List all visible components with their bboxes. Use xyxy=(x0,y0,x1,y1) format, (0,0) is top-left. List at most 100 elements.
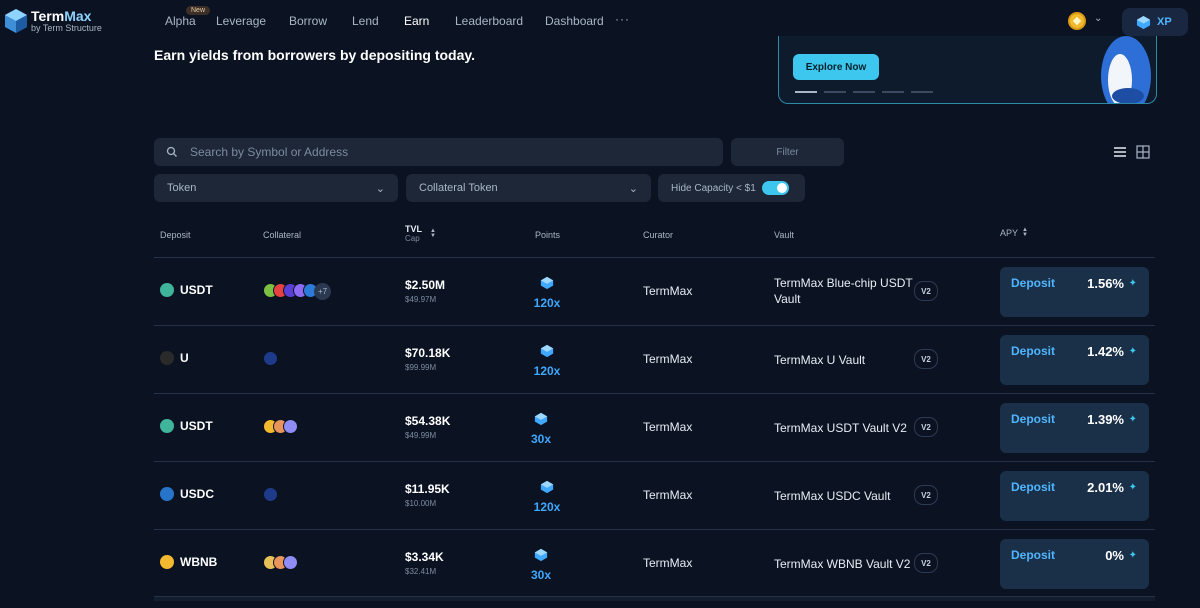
points-multiplier: 30x xyxy=(530,432,552,446)
termmax-logo-icon xyxy=(5,9,27,33)
collateral-icons xyxy=(263,487,278,502)
vault-name[interactable]: TermMax WBNB Vault V2 xyxy=(774,556,914,572)
deposit-button-label[interactable]: Deposit xyxy=(1011,344,1055,358)
bnb-chain-selector-icon[interactable] xyxy=(1068,12,1086,30)
brand-subtitle: by Term Structure xyxy=(31,23,102,33)
deposit-apy-button[interactable]: Deposit 0% ✦ xyxy=(1000,539,1149,589)
header-points: Points xyxy=(535,230,561,240)
sparkle-icon: ✦ xyxy=(1128,414,1137,425)
nav-item-borrow[interactable]: Borrow xyxy=(289,14,327,28)
deposit-apy-button[interactable]: Deposit 1.56% ✦ xyxy=(1000,267,1149,317)
deposit-button-label[interactable]: Deposit xyxy=(1011,412,1055,426)
table-row[interactable]: WBNB $3.34K $32.41M 30x TermMax TermMax … xyxy=(154,529,1155,598)
version-badge: V2 xyxy=(914,417,938,437)
nav-item-leaderboard[interactable]: Leaderboard xyxy=(455,14,523,28)
collateral-icons xyxy=(263,555,298,570)
sort-icon[interactable]: ▲ ▼ xyxy=(430,228,436,239)
deposit-button-label[interactable]: Deposit xyxy=(1011,548,1055,562)
nav-item-leverage[interactable]: Leverage xyxy=(216,14,266,28)
hide-capacity-toggle[interactable] xyxy=(761,181,789,195)
search-bar[interactable] xyxy=(154,138,723,166)
hide-capacity-label: Hide Capacity < $1 xyxy=(671,182,756,194)
token-icon xyxy=(160,351,174,365)
deposit-apy-button[interactable]: Deposit 2.01% ✦ xyxy=(1000,471,1149,521)
points-cell: 120x xyxy=(527,480,567,514)
chevron-down-icon[interactable]: ⌄ xyxy=(1094,13,1102,24)
curator-name: TermMax xyxy=(643,352,693,366)
header-collateral: Collateral xyxy=(263,230,302,240)
token-select[interactable]: Token ⌄ xyxy=(154,174,398,202)
deposit-button-label[interactable]: Deposit xyxy=(1011,480,1055,494)
version-badge: V2 xyxy=(914,349,938,369)
token-select-label: Token xyxy=(167,182,197,194)
carousel-dot[interactable] xyxy=(911,91,933,93)
tvl-cell: $70.18K $99.99M xyxy=(405,346,450,372)
curator-name: TermMax xyxy=(643,488,693,502)
filter-button[interactable]: Filter xyxy=(731,138,844,166)
explore-now-button[interactable]: Explore Now xyxy=(793,54,879,80)
version-badge: V2 xyxy=(914,553,938,573)
nav-item-lend[interactable]: Lend xyxy=(352,14,379,28)
points-cube-icon xyxy=(534,548,548,562)
points-cube-icon xyxy=(540,344,554,358)
tvl-cell: $54.38K $49.99M xyxy=(405,414,450,440)
sort-icon[interactable]: ▲ ▼ xyxy=(1022,227,1028,238)
token-icon xyxy=(160,283,174,297)
deposit-token: USDT xyxy=(160,283,213,297)
collateral-token-icon xyxy=(263,351,278,366)
deposit-token: USDT xyxy=(160,419,213,433)
xp-label: XP xyxy=(1157,16,1172,28)
deposit-button-label[interactable]: Deposit xyxy=(1011,276,1055,290)
collateral-token-icon xyxy=(283,555,298,570)
deposit-apy-button[interactable]: Deposit 1.39% ✦ xyxy=(1000,403,1149,453)
points-cell: 30x xyxy=(521,548,561,582)
deposit-apy-button[interactable]: Deposit 1.42% ✦ xyxy=(1000,335,1149,385)
header-tvl[interactable]: TVL Cap ▲ ▼ xyxy=(405,224,436,243)
table-row[interactable]: USDT +7 $2.50M $49.97M 120x TermMax Term… xyxy=(154,257,1155,326)
carousel-dot[interactable] xyxy=(853,91,875,93)
list-view-icon[interactable] xyxy=(1112,144,1128,160)
vault-name[interactable]: TermMax USDT Vault V2 xyxy=(774,420,914,436)
sparkle-icon: ✦ xyxy=(1128,550,1137,561)
apy-value: 2.01% xyxy=(1087,480,1124,495)
chevron-down-icon: ⌄ xyxy=(375,182,385,195)
more-menu-button[interactable]: ··· xyxy=(615,12,630,26)
grid-view-icon[interactable] xyxy=(1135,144,1151,160)
collateral-token-select[interactable]: Collateral Token ⌄ xyxy=(406,174,651,202)
new-badge: New xyxy=(186,6,211,15)
search-input[interactable] xyxy=(188,144,692,160)
search-icon xyxy=(166,146,177,157)
points-cell: 30x xyxy=(521,412,561,446)
points-multiplier: 30x xyxy=(530,568,552,582)
points-cube-icon xyxy=(534,412,548,426)
nav-item-earn[interactable]: Earn xyxy=(404,14,429,28)
page-headline: Earn yields from borrowers by depositing… xyxy=(154,47,476,63)
carousel-dot[interactable] xyxy=(795,91,817,93)
vault-name[interactable]: TermMax USDC Vault xyxy=(774,488,914,504)
cap-value: $49.99M xyxy=(405,431,437,440)
nav-item-dashboard[interactable]: Dashboard xyxy=(545,14,604,28)
vault-name[interactable]: TermMax U Vault xyxy=(774,352,914,368)
xp-button[interactable]: XP xyxy=(1122,8,1188,36)
points-multiplier: 120x xyxy=(533,364,561,378)
header-apy[interactable]: APY ▲ ▼ xyxy=(1000,227,1028,238)
vault-name[interactable]: TermMax Blue-chip USDT Vault xyxy=(774,275,914,307)
carousel-dot[interactable] xyxy=(882,91,904,93)
nav-item-alpha[interactable]: Alpha xyxy=(165,14,196,28)
token-symbol: USDT xyxy=(180,419,213,433)
collateral-select-label: Collateral Token xyxy=(419,182,498,194)
table-row[interactable]: USDT $54.38K $49.99M 30x TermMax TermMax… xyxy=(154,393,1155,462)
carousel-dot[interactable] xyxy=(824,91,846,93)
cap-value: $10.00M xyxy=(405,499,437,508)
table-row[interactable]: U $70.18K $99.99M 120x TermMax TermMax U… xyxy=(154,325,1155,394)
header-cap-label: Cap xyxy=(405,234,420,243)
cap-value: $99.99M xyxy=(405,363,437,372)
header-deposit: Deposit xyxy=(160,230,191,240)
deposit-token: WBNB xyxy=(160,555,217,569)
brand-name: TermMax xyxy=(31,8,92,24)
token-symbol: USDC xyxy=(180,487,215,501)
table-row[interactable]: USDC $11.95K $10.00M 120x TermMax TermMa… xyxy=(154,461,1155,530)
token-icon xyxy=(160,487,174,501)
hide-capacity-filter[interactable]: Hide Capacity < $1 xyxy=(658,174,805,202)
points-multiplier: 120x xyxy=(533,296,561,310)
